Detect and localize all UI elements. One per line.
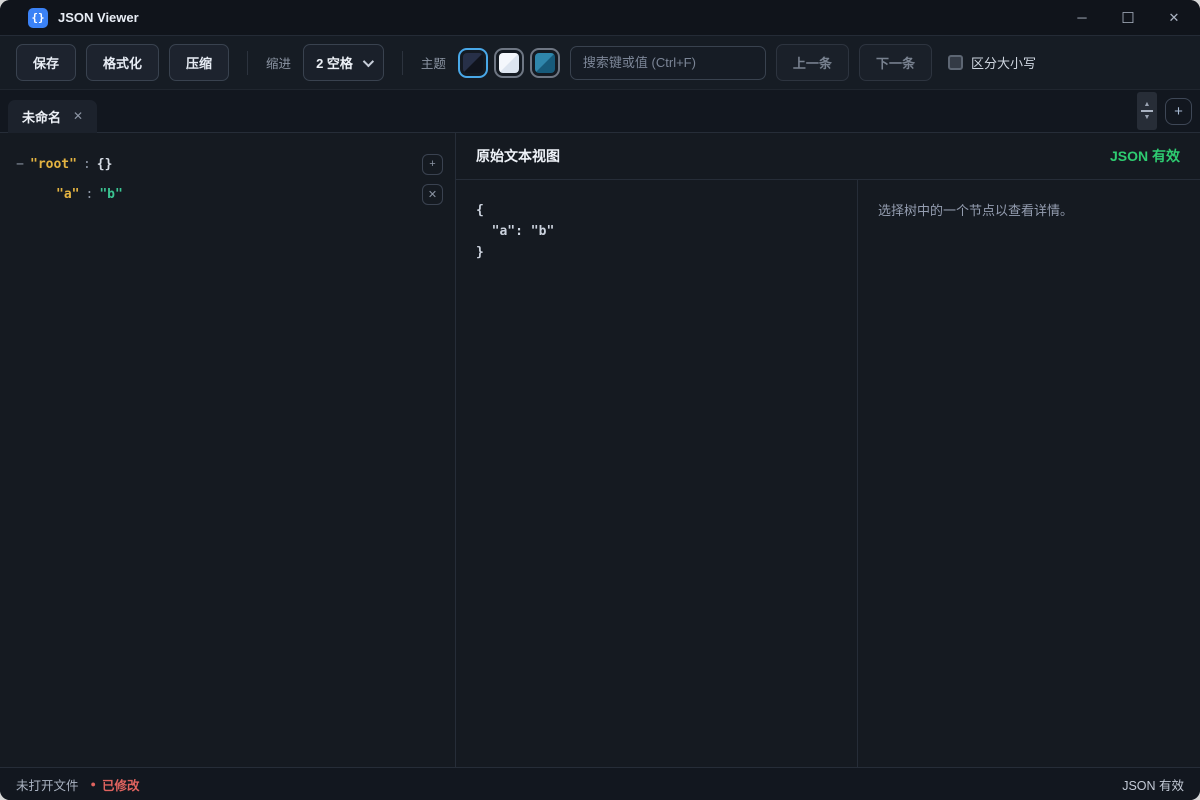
tab-bar-controls: ▲ ▼ +: [1137, 92, 1192, 130]
minimize-button[interactable]: ─: [1066, 5, 1098, 31]
status-left: 未打开文件 ● 已修改: [16, 775, 139, 794]
right-panel-body: { "a": "b" } 选择树中的一个节点以查看详情。: [456, 180, 1200, 767]
theme-blue-preview-icon: [535, 53, 555, 73]
theme-swatches: [458, 48, 560, 78]
validity-status: JSON 有效: [1122, 775, 1184, 794]
window-title: JSON Viewer: [58, 10, 139, 25]
checkbox-icon[interactable]: [948, 55, 963, 70]
tab-close-icon[interactable]: ✕: [73, 109, 83, 123]
tree-row-child[interactable]: "a" : "b" ✕: [0, 179, 455, 209]
save-button[interactable]: 保存: [16, 44, 76, 81]
json-tree-panel: − "root" : {} + "a" : "b" ✕: [0, 133, 456, 767]
tree-row-root[interactable]: − "root" : {} +: [0, 149, 455, 179]
right-panel: 原始文本视图 JSON 有效 { "a": "b" } 选择树中的一个节点以查看…: [456, 133, 1200, 767]
tree-key: "root": [30, 157, 77, 172]
tree-colon: :: [85, 187, 93, 202]
main-content: − "root" : {} + "a" : "b" ✕ 原始文本视图 JSON …: [0, 133, 1200, 767]
scroll-up-icon[interactable]: ▲: [1144, 101, 1151, 108]
tab-scroll-spinner[interactable]: ▲ ▼: [1137, 92, 1157, 130]
app-logo-icon: {}: [28, 8, 48, 28]
collapse-toggle-icon[interactable]: −: [10, 157, 30, 172]
raw-view-title: 原始文本视图: [476, 146, 560, 166]
raw-view-header: 原始文本视图 JSON 有效: [456, 133, 1200, 180]
modified-status: ● 已修改: [91, 775, 140, 794]
window-controls: ─ ☐ ✕: [1066, 5, 1190, 31]
raw-line: {: [476, 200, 837, 221]
tree-colon: :: [83, 157, 91, 172]
json-valid-badge: JSON 有效: [1110, 146, 1180, 166]
node-details-panel: 选择树中的一个节点以查看详情。: [858, 180, 1200, 767]
raw-line: "a": "b": [476, 221, 837, 242]
theme-label: 主题: [421, 53, 446, 72]
tree-value: {}: [97, 157, 113, 172]
details-placeholder: 选择树中的一个节点以查看详情。: [878, 200, 1180, 219]
theme-light-preview-icon: [499, 53, 519, 73]
tab-label: 未命名: [22, 107, 61, 126]
modified-dot-icon: ●: [91, 779, 96, 789]
theme-light-swatch[interactable]: [494, 48, 524, 78]
spinner-divider: [1141, 110, 1153, 112]
search-next-button[interactable]: 下一条: [859, 44, 932, 81]
tab-bar: 未命名 ✕ ▲ ▼ +: [0, 90, 1200, 133]
format-button[interactable]: 格式化: [86, 44, 159, 81]
tab-untitled[interactable]: 未命名 ✕: [8, 100, 97, 133]
file-status: 未打开文件: [16, 775, 79, 794]
compress-button[interactable]: 压缩: [169, 44, 229, 81]
indent-value: 2 空格: [316, 53, 353, 72]
add-child-button[interactable]: +: [422, 154, 443, 175]
title-bar: {} JSON Viewer ─ ☐ ✕: [0, 0, 1200, 36]
case-sensitive-toggle[interactable]: 区分大小写: [948, 53, 1036, 72]
toolbar: 保存 格式化 压缩 缩进 2 空格 主题 上一条 下一条 区分大小写: [0, 36, 1200, 90]
tree-key: "a": [56, 187, 79, 202]
raw-text-editor[interactable]: { "a": "b" }: [456, 180, 858, 767]
maximize-button[interactable]: ☐: [1112, 5, 1144, 31]
indent-select[interactable]: 2 空格: [303, 44, 384, 81]
tree-value: "b": [99, 187, 122, 202]
modified-label: 已修改: [102, 775, 140, 794]
close-button[interactable]: ✕: [1158, 5, 1190, 31]
search-input[interactable]: [570, 46, 766, 80]
chevron-down-icon: [363, 55, 374, 66]
case-sensitive-label: 区分大小写: [971, 53, 1036, 72]
app-window: {} JSON Viewer ─ ☐ ✕ 保存 格式化 压缩 缩进 2 空格 主…: [0, 0, 1200, 800]
add-tab-button[interactable]: +: [1165, 98, 1192, 125]
theme-blue-swatch[interactable]: [530, 48, 560, 78]
indent-label: 缩进: [266, 53, 291, 72]
search-prev-button[interactable]: 上一条: [776, 44, 849, 81]
theme-dark-swatch[interactable]: [458, 48, 488, 78]
delete-node-button[interactable]: ✕: [422, 184, 443, 205]
toolbar-divider: [247, 51, 248, 75]
status-bar: 未打开文件 ● 已修改 JSON 有效: [0, 767, 1200, 800]
toolbar-divider: [402, 51, 403, 75]
scroll-down-icon[interactable]: ▼: [1144, 114, 1151, 121]
raw-line: }: [476, 242, 837, 263]
theme-dark-preview-icon: [463, 53, 483, 73]
